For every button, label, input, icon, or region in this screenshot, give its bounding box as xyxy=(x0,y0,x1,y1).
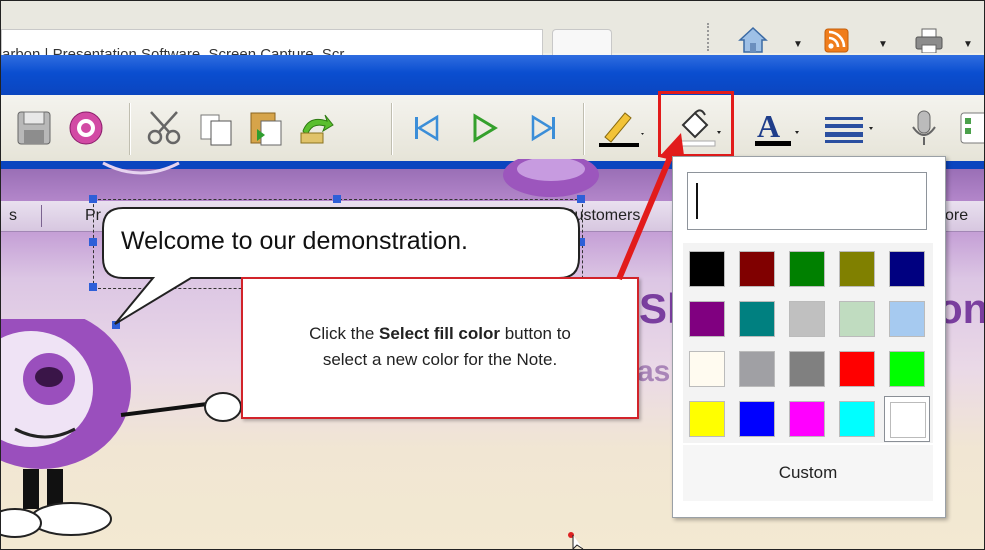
browser-toolbar: arbon | Presentation Software, Screen Ca… xyxy=(1,1,984,57)
nav-divider xyxy=(41,205,42,227)
color-swatch[interactable] xyxy=(789,351,825,387)
color-swatch[interactable] xyxy=(689,401,725,437)
new-tab-button[interactable] xyxy=(552,29,612,56)
color-swatch[interactable] xyxy=(889,301,925,337)
note-text: Welcome to our demonstration. xyxy=(121,227,468,255)
resize-handle[interactable] xyxy=(89,238,97,246)
nav-item[interactable]: s xyxy=(9,207,17,225)
fill-color-button-highlight xyxy=(658,91,734,157)
color-swatch[interactable] xyxy=(789,251,825,287)
layout-icon[interactable] xyxy=(957,109,985,147)
color-swatch[interactable] xyxy=(689,301,725,337)
callout-text-suffix: button to xyxy=(499,324,571,343)
color-swatch[interactable] xyxy=(889,251,925,287)
font-color-icon[interactable]: A xyxy=(753,109,803,147)
color-swatch[interactable] xyxy=(739,351,775,387)
toolbar-divider xyxy=(391,103,393,155)
text-caret xyxy=(696,183,698,219)
color-swatch[interactable] xyxy=(889,351,925,387)
print-icon[interactable] xyxy=(914,25,944,53)
save-icon[interactable] xyxy=(15,109,53,147)
toolbar-separator xyxy=(707,23,711,51)
first-slide-icon[interactable] xyxy=(407,109,445,147)
color-swatch-grid xyxy=(683,243,933,443)
resize-handle[interactable] xyxy=(333,195,341,203)
color-swatch[interactable] xyxy=(739,251,775,287)
editor-toolbar: A xyxy=(1,95,984,162)
app-title-bar xyxy=(1,55,984,95)
resize-handle[interactable] xyxy=(89,195,97,203)
copy-icon[interactable] xyxy=(197,109,235,147)
undo-icon[interactable] xyxy=(297,109,335,147)
paste-icon[interactable] xyxy=(247,109,285,147)
print-dropdown-arrow-icon[interactable]: ▼ xyxy=(963,39,973,50)
instruction-callout: Click the Select fill color button to se… xyxy=(241,277,639,419)
color-swatch[interactable] xyxy=(839,301,875,337)
callout-text-bold: Select fill color xyxy=(379,324,500,343)
browser-tab[interactable]: arbon | Presentation Software, Screen Ca… xyxy=(1,29,543,57)
color-swatch[interactable] xyxy=(739,301,775,337)
color-swatch[interactable] xyxy=(789,401,825,437)
line-style-icon[interactable] xyxy=(823,109,879,147)
color-swatch[interactable] xyxy=(884,396,930,442)
color-swatch[interactable] xyxy=(789,301,825,337)
callout-text-line2: select a new color for the Note. xyxy=(322,350,558,369)
play-icon[interactable] xyxy=(465,109,503,147)
color-swatch[interactable] xyxy=(689,251,725,287)
resize-handle[interactable] xyxy=(89,283,97,291)
color-hex-input[interactable] xyxy=(687,172,927,230)
callout-text-prefix: Click the xyxy=(309,324,380,343)
custom-color-button[interactable]: Custom xyxy=(683,445,933,501)
home-icon[interactable] xyxy=(738,25,768,53)
fill-color-popup: Custom xyxy=(672,156,946,518)
resize-handle[interactable] xyxy=(577,195,585,203)
color-swatch-fill xyxy=(890,402,926,438)
page-subheading: as xyxy=(637,355,671,388)
callout-text: Click the Select fill color button to se… xyxy=(243,321,637,373)
screenshot-frame: arbon | Presentation Software, Screen Ca… xyxy=(0,0,985,550)
microphone-icon[interactable] xyxy=(905,109,943,147)
toolbar-divider xyxy=(129,103,131,155)
toolbar-divider xyxy=(583,103,585,155)
cut-icon[interactable] xyxy=(145,109,183,147)
rss-dropdown-arrow-icon[interactable]: ▼ xyxy=(878,39,888,50)
color-swatch[interactable] xyxy=(839,351,875,387)
last-slide-icon[interactable] xyxy=(525,109,563,147)
color-swatch[interactable] xyxy=(839,401,875,437)
home-dropdown-arrow-icon[interactable]: ▼ xyxy=(793,39,803,50)
record-icon[interactable] xyxy=(67,109,105,147)
decoration-arc xyxy=(102,161,180,175)
color-swatch[interactable] xyxy=(689,351,725,387)
color-swatch[interactable] xyxy=(739,401,775,437)
mouse-cursor-icon xyxy=(568,532,584,549)
nav-item[interactable]: ore xyxy=(945,207,968,225)
svg-text:A: A xyxy=(757,109,780,144)
mascot-illustration xyxy=(1,319,242,538)
color-swatch[interactable] xyxy=(839,251,875,287)
rss-feed-icon[interactable] xyxy=(824,25,850,53)
character-decoration xyxy=(503,159,599,197)
